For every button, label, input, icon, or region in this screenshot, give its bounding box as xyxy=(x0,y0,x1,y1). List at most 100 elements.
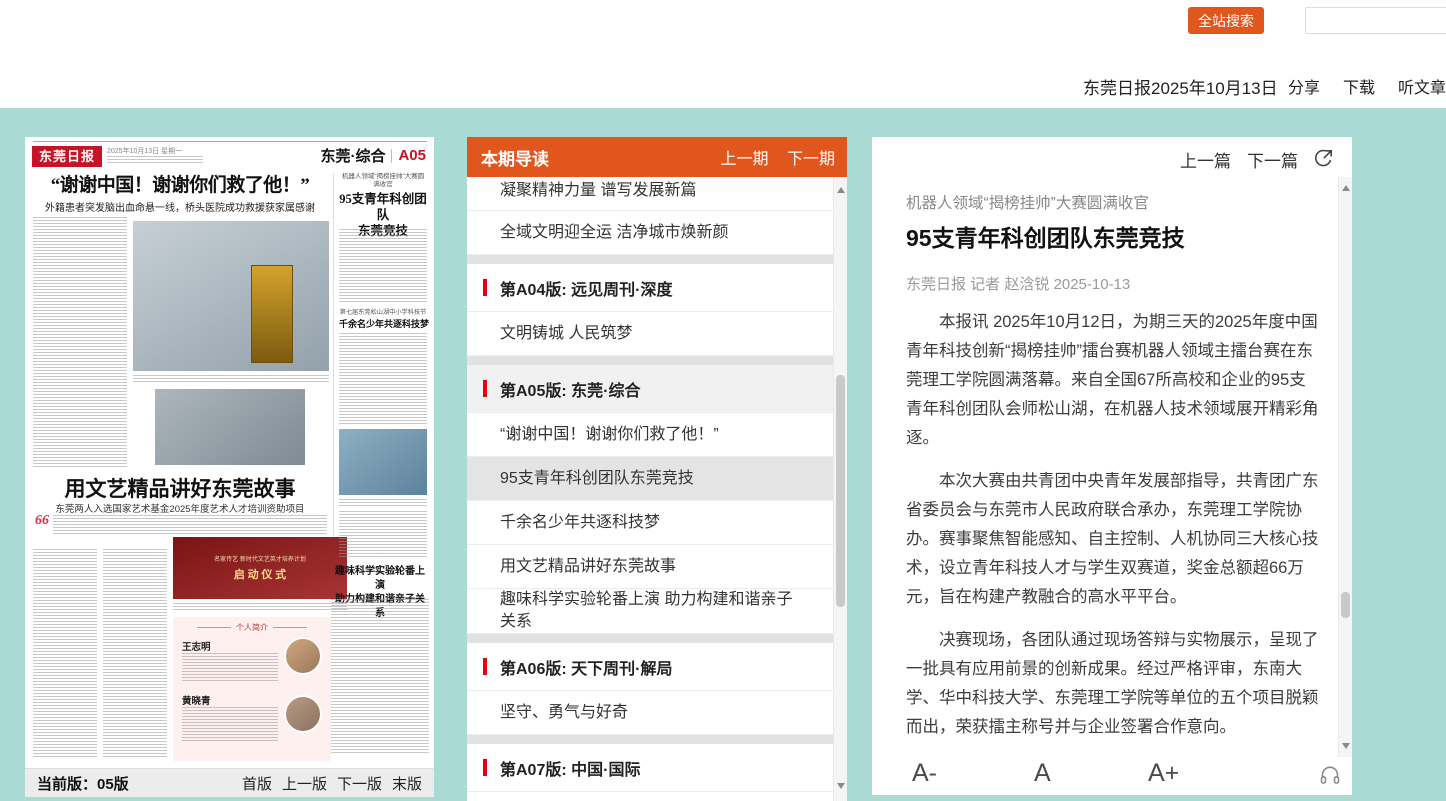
toc-header: 本期导读 上一期 下一期 xyxy=(467,137,847,177)
photo-banner-pennant xyxy=(251,265,293,363)
fake-text-block xyxy=(103,549,167,757)
article-body: 本报讯 2025年10月12日，为期三天的2025年度中国青年科技创新“揭榜挂帅… xyxy=(906,308,1322,757)
search-input[interactable] xyxy=(1320,13,1446,28)
reader-toolbar: A- A A+ xyxy=(872,757,1352,795)
page-nav-link[interactable]: 下一版 xyxy=(337,776,382,793)
toc-article-item[interactable]: 千余名少年共逐科技梦 xyxy=(467,501,833,545)
fake-text-block xyxy=(339,511,427,559)
prev-article-link[interactable]: 上一篇 xyxy=(1180,147,1231,172)
scroll-down-arrow[interactable] xyxy=(1342,743,1350,749)
fake-text-block xyxy=(173,603,347,611)
font-smaller-button[interactable]: A- xyxy=(912,759,937,788)
article-panel: 上一篇 下一篇 机器人领域“揭榜挂帅”大赛圆满收官 95支青年科创团队东莞竞技 … xyxy=(872,137,1352,795)
page-nav-link[interactable]: 末版 xyxy=(392,776,422,793)
toc-section-header: 第A04版: 远见周刊·深度 xyxy=(467,264,833,312)
prev-issue-link[interactable]: 上一期 xyxy=(721,151,769,168)
toc-section-separator xyxy=(467,255,833,264)
page-nav: 首版上一版下一版末版 xyxy=(232,773,422,794)
page-footer-bar: 当前版：05版 首版上一版下一版末版 xyxy=(25,768,434,797)
listen-audio-icon[interactable] xyxy=(1318,763,1342,794)
portrait-photo-2 xyxy=(284,695,322,733)
toc-article-item[interactable]: “谢谢中国！谢谢你们救了他！” xyxy=(467,413,833,457)
fake-text-block xyxy=(33,217,127,467)
right-col-headline-1a: 95支青年科创团队 xyxy=(339,191,427,223)
fake-text-block xyxy=(133,375,329,383)
column-divider xyxy=(333,173,334,577)
page-nav-link[interactable]: 首版 xyxy=(242,776,272,793)
right-col-headline-2: 千余名少年共逐科技梦 xyxy=(339,317,427,330)
download-link[interactable]: 下载 xyxy=(1343,74,1375,98)
font-normal-button[interactable]: A xyxy=(1034,759,1051,788)
listen-article-link[interactable]: 听文章 xyxy=(1398,74,1446,98)
photo-hospital-group xyxy=(133,221,329,371)
article-paragraph: 决赛现场，各团队通过现场答辩与实物展示，呈现了一批具有应用前景的创新成果。经过严… xyxy=(906,626,1322,742)
issue-nav: 上一期 下一期 xyxy=(707,145,835,169)
profile-box-header: 个人简介 xyxy=(173,622,331,633)
fake-text-block xyxy=(339,333,427,425)
article-byline: 东莞日报 记者 赵浛锐 2025-10-13 xyxy=(906,273,1322,294)
newspaper-page-preview[interactable]: 东莞日报 2025年10月13日 星期一 东莞·综合 A05 “谢谢中国！谢谢你… xyxy=(25,137,434,768)
font-larger-button[interactable]: A+ xyxy=(1148,759,1179,788)
article-title: 95支青年科创团队东莞竞技 xyxy=(906,219,1322,253)
toc-section-separator xyxy=(467,735,833,744)
toc-scrollbar[interactable] xyxy=(833,177,847,801)
toc-section-header: 第A06版: 天下周刊·解局 xyxy=(467,643,833,691)
article-kicker: 机器人领域“揭榜挂帅”大赛圆满收官 xyxy=(906,191,1322,213)
next-issue-link[interactable]: 下一期 xyxy=(787,151,835,168)
fake-text-block xyxy=(339,499,427,506)
right-col-headline-3a: 趣味科学实验轮番上演 xyxy=(331,565,429,593)
fake-text-block xyxy=(107,156,203,164)
decorative-line xyxy=(197,627,231,628)
article-content: 机器人领域“揭榜挂帅”大赛圆满收官 95支青年科创团队东莞竞技 东莞日报 记者 … xyxy=(872,177,1338,757)
newspaper-page-panel: 东莞日报 2025年10月13日 星期一 东莞·综合 A05 “谢谢中国！谢谢你… xyxy=(25,137,434,797)
site-search-button[interactable]: 全站搜索 xyxy=(1188,7,1264,34)
toc-article-item[interactable]: 趣味科学实验轮番上演 助力构建和谐亲子关系 xyxy=(467,589,833,634)
newspaper-logo: 东莞日报 xyxy=(32,146,102,167)
fake-text-block xyxy=(182,707,278,741)
fake-text-block xyxy=(33,549,97,757)
current-page-label: 当前版：05版 xyxy=(37,773,129,794)
decorative-line xyxy=(273,627,307,628)
next-article-link[interactable]: 下一篇 xyxy=(1247,147,1298,172)
article-nav: 上一篇 下一篇 xyxy=(872,137,1352,181)
fake-text-block xyxy=(53,515,327,535)
scroll-down-arrow[interactable] xyxy=(837,783,845,789)
share-link[interactable]: 分享 xyxy=(1288,74,1320,98)
scrollbar-thumb[interactable] xyxy=(1341,592,1350,618)
toc-article-item[interactable]: 凝聚精神力量 谱写发展新篇 xyxy=(467,177,833,211)
article-scrollbar[interactable] xyxy=(1338,177,1352,757)
screen: 全站搜索 东莞日报2025年10月13日 分享 下载 听文章 东莞日报 2025… xyxy=(0,0,1446,801)
toc-section-separator xyxy=(467,634,833,643)
toc-article-item[interactable]: 用文艺精品讲好东莞故事 xyxy=(467,545,833,589)
open-external-icon[interactable] xyxy=(1312,148,1334,170)
fake-text-block xyxy=(331,599,429,755)
lead-subhead: 外籍患者突发脑出血命悬一线，桥头医院成功救援获家属感谢 xyxy=(29,199,331,214)
toc-article-item[interactable]: 文明铸城 人民筑梦 xyxy=(467,312,833,356)
photo-hospital-bedside xyxy=(155,389,305,465)
scroll-up-arrow[interactable] xyxy=(837,187,845,193)
toc-article-item[interactable]: 全域文明迎全运 洁净城市焕新颜 xyxy=(467,211,833,255)
lead-headline: “谢谢中国！谢谢你们救了他！” xyxy=(27,170,333,197)
toc-title: 本期导读 xyxy=(481,145,549,170)
portrait-photo-1 xyxy=(284,637,322,675)
toc-article-item[interactable]: 坚守、勇气与好奇 xyxy=(467,691,833,735)
event-photo-line2: 启 动 仪 式 xyxy=(234,566,286,582)
toc-panel: 本期导读 上一期 下一期 凝聚精神力量 谱写发展新篇全域文明迎全运 洁净城市焕新… xyxy=(467,137,847,801)
scroll-up-arrow[interactable] xyxy=(1342,185,1350,191)
profile-name-2: 黄晓青 xyxy=(182,693,211,707)
divider xyxy=(391,149,392,163)
photo-launch-ceremony: 名家传艺 新时代文艺英才培养计划 启 动 仪 式 xyxy=(173,537,347,599)
article-paragraph: 本报讯 2025年10月12日，为期三天的2025年度中国青年科技创新“揭榜挂帅… xyxy=(906,308,1322,453)
toc-section-header: 第A05版: 东莞·综合 xyxy=(467,365,833,413)
toc-article-item[interactable]: 95支青年科创团队东莞竞技 xyxy=(467,457,833,501)
newspaper-page-number: A05 xyxy=(398,147,426,164)
page-nav-link[interactable]: 上一版 xyxy=(282,776,327,793)
fake-text-block xyxy=(339,229,427,303)
paper-top-rule xyxy=(33,141,427,142)
right-col-kicker-1: 机器人领域“揭榜挂帅”大赛圆满收官 xyxy=(339,173,427,189)
search-box[interactable] xyxy=(1305,7,1446,34)
toc-section-header: 第A07版: 中国·国际 xyxy=(467,744,833,792)
profile-box: 个人简介 王志明 黄晓青 xyxy=(173,617,331,761)
toc-section-separator xyxy=(467,356,833,365)
scrollbar-thumb[interactable] xyxy=(836,375,845,607)
